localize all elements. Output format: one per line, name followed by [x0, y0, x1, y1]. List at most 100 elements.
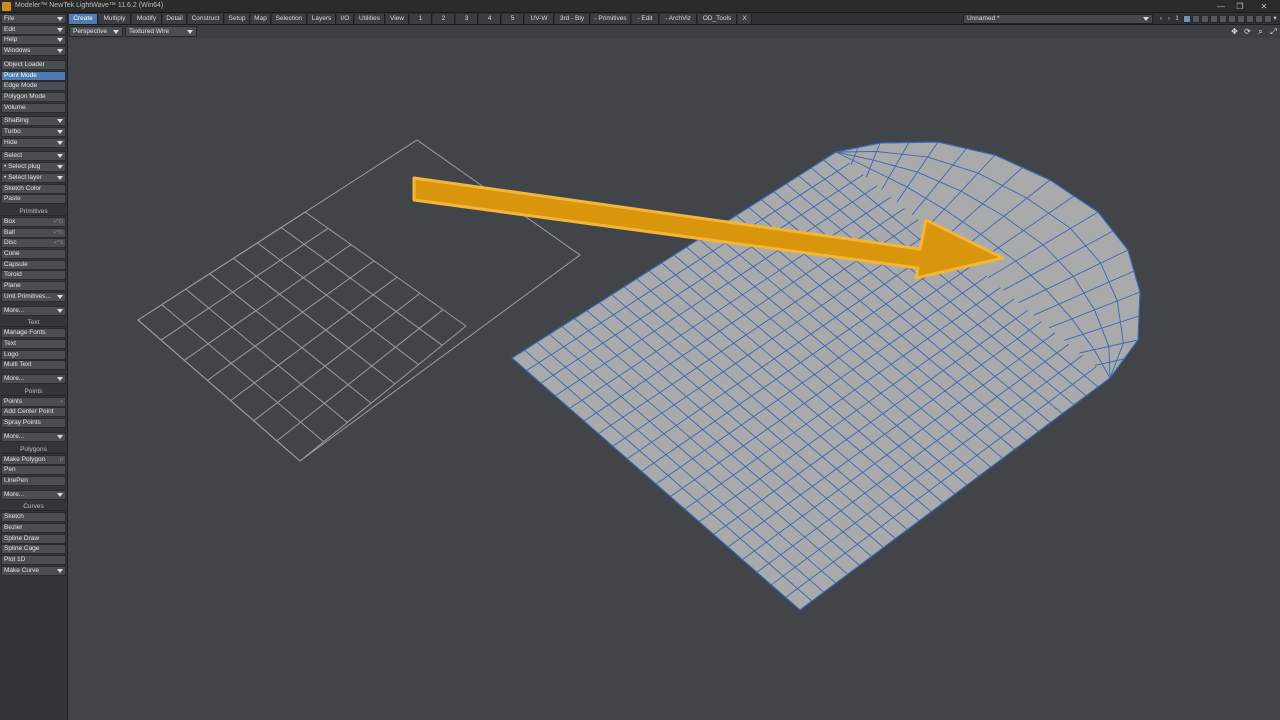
tool-button-capsule[interactable]: Capsule: [1, 259, 66, 270]
layer-slot[interactable]: [1219, 15, 1227, 23]
tool-button-select[interactable]: Select: [1, 151, 66, 162]
tool-button-select-layer[interactable]: • Select layer: [1, 172, 66, 183]
perspective-viewport[interactable]: [68, 38, 1280, 720]
layer-next-icon[interactable]: ›: [1165, 14, 1173, 24]
tool-button-box[interactable]: Box +^O: [1, 216, 66, 227]
tool-button-logo[interactable]: Logo: [1, 349, 66, 360]
tool-button-edge-mode[interactable]: Edge Mode: [1, 81, 66, 92]
tool-button-volume[interactable]: Volume: [1, 102, 66, 113]
tab-5[interactable]: 5: [502, 14, 524, 24]
tool-button-more[interactable]: More...: [1, 489, 66, 500]
tool-button-select-plug[interactable]: • Select plug: [1, 162, 66, 173]
tool-button-edit[interactable]: Edit: [1, 24, 66, 35]
tool-button-toroid[interactable]: Toroid: [1, 270, 66, 281]
shading-dropdown[interactable]: Textured Wire: [125, 26, 197, 37]
tool-button-help[interactable]: Help: [1, 35, 66, 46]
tool-button-make-polygon[interactable]: Make Polygon p: [1, 454, 66, 465]
tool-button-more[interactable]: More...: [1, 431, 66, 442]
tool-button-sketch-color[interactable]: Sketch Color: [1, 183, 66, 194]
tool-button-manage-fonts[interactable]: Manage Fonts: [1, 328, 66, 339]
zoom-icon[interactable]: ⌕: [1255, 26, 1266, 37]
tab-primitives[interactable]: - Primitives: [591, 14, 631, 24]
ghost-grid-line: [137, 319, 301, 462]
tab-x[interactable]: X: [738, 14, 752, 24]
tool-button-spray-points[interactable]: Spray Points: [1, 418, 66, 429]
tool-button-turbo[interactable]: Turbo: [1, 127, 66, 137]
layer-slot[interactable]: [1210, 15, 1218, 23]
tool-button-spline-cage[interactable]: Spline Cage: [1, 544, 66, 555]
tool-button-multi-text[interactable]: Multi Text: [1, 360, 66, 371]
shortcut-hint: p: [59, 456, 63, 463]
tool-button-label: Logo: [4, 350, 19, 358]
move-icon[interactable]: ✥: [1229, 26, 1240, 37]
tab-1[interactable]: 1: [410, 14, 432, 24]
tab-detail[interactable]: Detail: [163, 14, 187, 24]
tool-button-ball[interactable]: Ball +^O: [1, 227, 66, 238]
layer-slot[interactable]: [1255, 15, 1263, 23]
tab-i-o[interactable]: I/O: [337, 14, 354, 24]
tab-create[interactable]: Create: [69, 14, 98, 24]
tool-button-pen[interactable]: Pen: [1, 465, 66, 476]
layer-slot[interactable]: [1192, 15, 1200, 23]
layers-menu-icon[interactable]: ▾: [1271, 14, 1279, 24]
layer-slot[interactable]: [1237, 15, 1245, 23]
tool-button-label: Plane: [4, 282, 21, 290]
tool-button-linepen[interactable]: LinePen: [1, 475, 66, 486]
restore-button[interactable]: ❐: [1230, 1, 1250, 12]
tool-button-more[interactable]: More...: [1, 305, 66, 316]
maximize-icon[interactable]: ⤢: [1268, 26, 1279, 37]
tab-view[interactable]: View: [386, 14, 409, 24]
rotate-icon[interactable]: ⟳: [1242, 26, 1253, 37]
tool-button-plot-1d[interactable]: Plot 1D: [1, 555, 66, 566]
tool-button-shabing[interactable]: ShaBing: [1, 116, 66, 127]
tool-button-label: Select: [4, 152, 23, 160]
tab-map[interactable]: Map: [251, 14, 271, 24]
tab-3rd-bly[interactable]: 3rd - Bly: [555, 14, 590, 24]
layer-slot[interactable]: [1201, 15, 1209, 23]
ghost-grid-line: [230, 276, 398, 402]
tool-button-windows[interactable]: Windows: [1, 46, 66, 57]
tab-setup[interactable]: Setup: [225, 14, 250, 24]
layer-slot[interactable]: [1246, 15, 1254, 23]
tab-layers[interactable]: Layers: [308, 14, 336, 24]
tool-button-bezier[interactable]: Bezier: [1, 523, 66, 533]
tab-construct[interactable]: Construct: [188, 14, 224, 24]
tool-button-spline-draw[interactable]: Spline Draw: [1, 533, 66, 544]
tool-button-make-curve[interactable]: Make Curve: [1, 565, 66, 576]
tool-button-object-loader[interactable]: Object Loader: [1, 59, 66, 70]
tool-button-points[interactable]: Points +: [1, 396, 66, 407]
minimize-button[interactable]: —: [1211, 1, 1231, 12]
tab-multiply[interactable]: Multiply: [99, 14, 131, 24]
layer-slot[interactable]: [1228, 15, 1236, 23]
tab-selection[interactable]: Selection: [272, 14, 307, 24]
tab-edit[interactable]: - Edit: [632, 14, 659, 24]
tool-button-file[interactable]: File: [1, 14, 66, 24]
tab-2[interactable]: 2: [433, 14, 455, 24]
tab-4[interactable]: 4: [479, 14, 501, 24]
tool-button-unit-primitives[interactable]: Unit Primitives...: [1, 291, 66, 302]
tab-od-tools[interactable]: OD_Tools: [698, 14, 737, 24]
tool-button-hide[interactable]: Hide: [1, 137, 66, 148]
tab-archviz[interactable]: - ArchViz: [660, 14, 697, 24]
tool-button-sketch[interactable]: Sketch: [1, 512, 66, 523]
tool-button-plane[interactable]: Plane: [1, 281, 66, 292]
layer-prev-icon[interactable]: ‹: [1157, 14, 1165, 24]
tool-button-point-mode[interactable]: Point Mode: [1, 70, 66, 81]
tab-modify[interactable]: Modify: [132, 14, 162, 24]
view-type-dropdown[interactable]: Perspective: [69, 26, 123, 37]
tool-button-add-center-point[interactable]: Add Center Point: [1, 407, 66, 418]
tool-button-disc[interactable]: Disc +^S: [1, 238, 66, 249]
tab-3[interactable]: 3: [456, 14, 478, 24]
layer-slot[interactable]: [1183, 15, 1191, 23]
ghost-grid-line: [209, 273, 372, 404]
tool-button-polygon-mode[interactable]: Polygon Mode: [1, 91, 66, 102]
tool-button-text[interactable]: Text: [1, 338, 66, 349]
tool-button-more[interactable]: More...: [1, 374, 66, 384]
tab-utilities[interactable]: Utilities: [355, 14, 385, 24]
object-dropdown[interactable]: Unnamed *: [963, 14, 1153, 24]
close-button[interactable]: ✕: [1254, 1, 1274, 12]
tool-button-cone[interactable]: Cone: [1, 249, 66, 259]
tool-button-label: Cone: [4, 250, 20, 257]
tool-button-paste[interactable]: Paste: [1, 194, 66, 205]
tab-uv-w[interactable]: UV-W: [525, 14, 554, 24]
